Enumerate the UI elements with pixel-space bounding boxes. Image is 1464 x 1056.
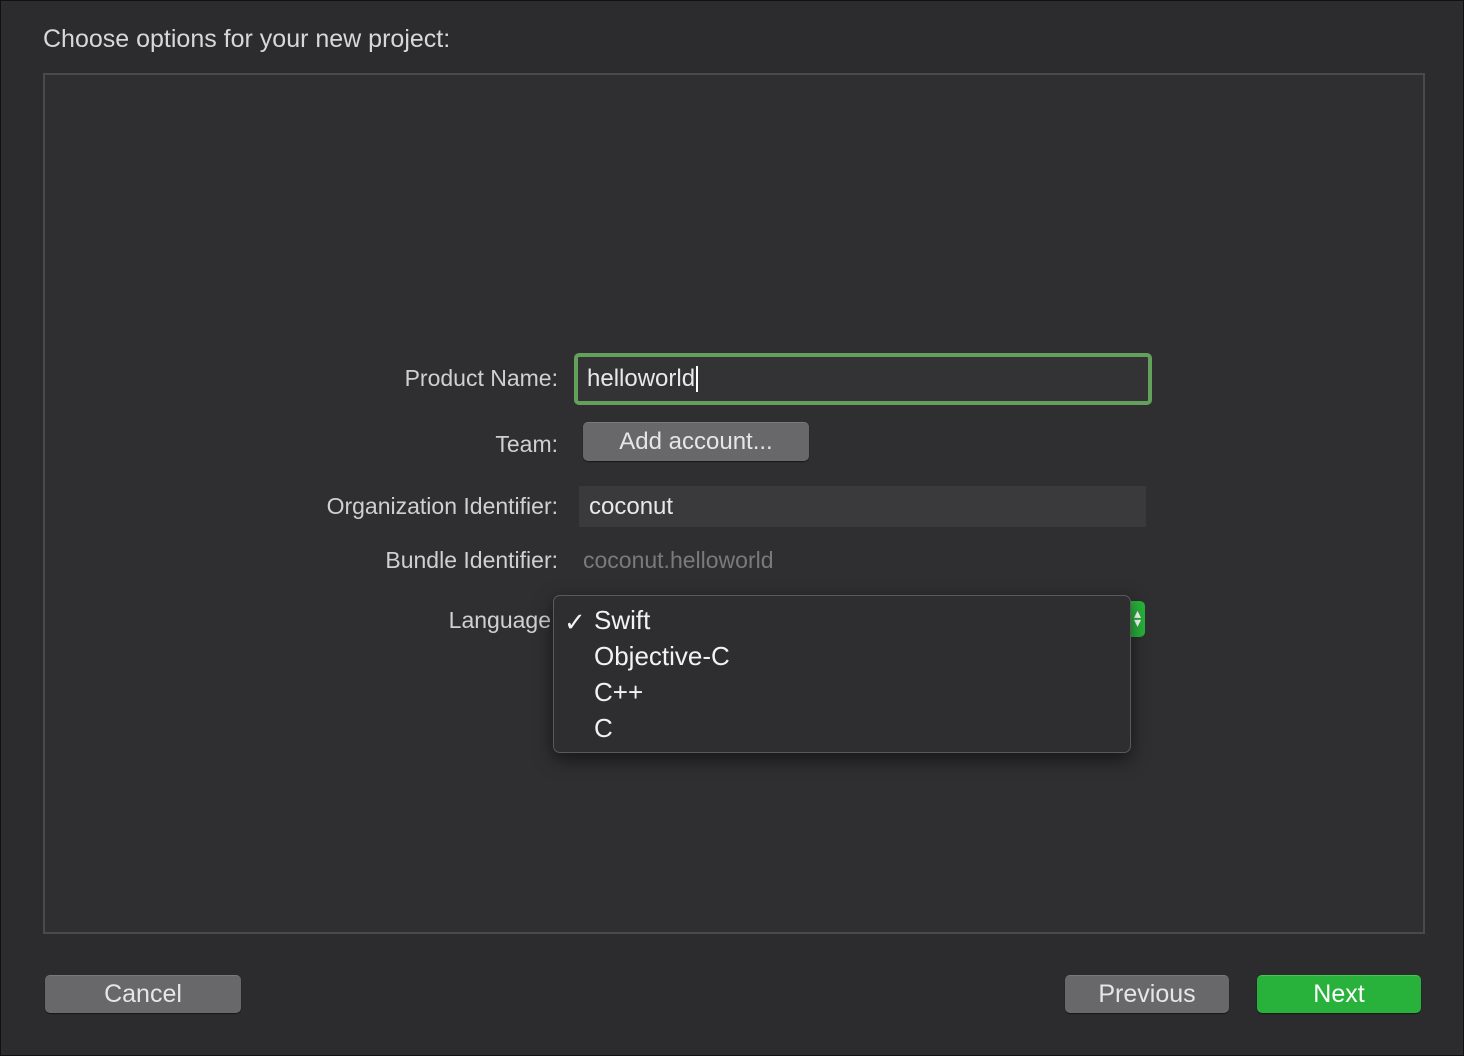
product-name-label: Product Name: xyxy=(404,365,558,391)
organization-identifier-value: coconut xyxy=(589,492,674,520)
bundle-identifier-value: coconut.helloworld xyxy=(583,547,774,573)
menu-item-objective-c[interactable]: Objective-C xyxy=(594,638,730,674)
popup-arrows-icon: ▴ ▾ xyxy=(1133,605,1141,630)
next-button[interactable]: Next xyxy=(1257,975,1421,1013)
text-caret xyxy=(696,366,699,392)
previous-button[interactable]: Previous xyxy=(1065,975,1229,1013)
checkmark-icon: ✓ xyxy=(564,607,586,637)
add-account-button[interactable]: Add account... xyxy=(583,422,809,461)
product-name-field[interactable]: helloworld xyxy=(574,353,1152,405)
team-label: Team: xyxy=(495,431,558,457)
dialog-heading: Choose options for your new project: xyxy=(43,25,451,53)
menu-item-swift[interactable]: Swift xyxy=(594,602,650,638)
language-menu: ✓ Swift Objective-C C++ C xyxy=(553,595,1131,753)
organization-identifier-field[interactable]: coconut xyxy=(579,486,1146,527)
bundle-identifier-label: Bundle Identifier: xyxy=(385,547,558,573)
organization-identifier-label: Organization Identifier: xyxy=(326,493,558,519)
menu-item-c[interactable]: C xyxy=(594,710,613,746)
language-label: Language xyxy=(448,607,551,633)
new-project-dialog: Choose options for your new project: Pro… xyxy=(0,0,1464,1056)
cancel-button[interactable]: Cancel xyxy=(45,975,241,1013)
menu-item-cpp[interactable]: C++ xyxy=(594,674,643,710)
product-name-value: helloworld xyxy=(587,365,696,392)
